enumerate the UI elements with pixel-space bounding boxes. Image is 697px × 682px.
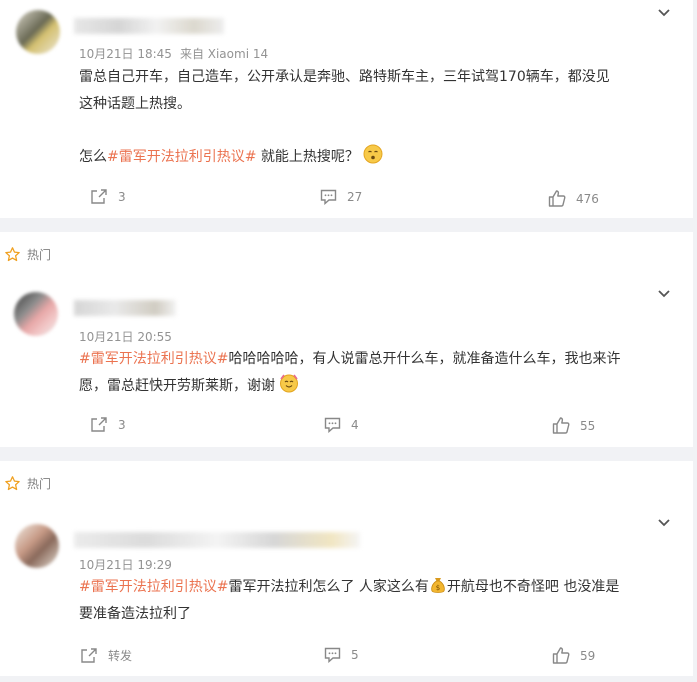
username[interactable]	[74, 300, 176, 316]
comment-icon	[320, 189, 337, 205]
comment-meta: 10月21日 20:55	[79, 328, 172, 345]
star-icon	[5, 247, 20, 262]
comment-text: 怎么#雷军开法拉利引热议# 就能上热搜呢？	[79, 144, 679, 171]
comment-text-line: 这种话题上热搜。	[79, 96, 191, 112]
comment-card: 热门 10月21日 20:55 #雷军开法拉利引热议#哈哈哈哈哈，有人说雷总开什…	[0, 232, 693, 447]
money-bag-icon: $	[431, 578, 445, 593]
share-button[interactable]: 3	[90, 189, 126, 205]
like-icon	[552, 647, 570, 664]
share-count: 3	[118, 190, 126, 204]
svg-text:$: $	[436, 584, 440, 592]
chevron-down-icon[interactable]	[655, 4, 673, 22]
comment-meta: 10月21日 18:45 来自 Xiaomi 14	[79, 45, 268, 62]
comment-text-segment: 哈哈哈哈哈，有人说雷总开什么车，就准备造什么车，我也来许	[228, 351, 621, 367]
comment-text: #雷军开法拉利引热议#雷军开法拉利怎么了 人家这么有 $ 开航母也不奇怪吧 也没准是…	[79, 574, 679, 628]
comment-card: 10月21日 18:45 来自 Xiaomi 14 雷总自己开车，自己造车，公开承…	[0, 0, 693, 218]
like-icon	[548, 190, 566, 207]
comment-time: 10月21日 18:45	[79, 47, 172, 61]
share-count: 3	[118, 418, 126, 432]
topic-link[interactable]: #雷军开法拉利引热议#	[79, 579, 228, 595]
like-count: 476	[576, 191, 599, 206]
comment-icon	[324, 647, 341, 663]
avatar[interactable]	[14, 292, 58, 336]
like-icon	[552, 417, 570, 434]
share-icon	[91, 417, 107, 432]
topic-link[interactable]: #雷军开法拉利引热议#	[79, 351, 228, 367]
comment-button[interactable]: 4	[324, 417, 359, 433]
comment-text: #雷军开法拉利引热议#哈哈哈哈哈，有人说雷总开什么车，就准备造什么车，我也来许 …	[79, 346, 679, 400]
comment-text: 雷总自己开车，自己造车，公开承认是奔驰、路特斯车主，三年试驾170辆车，都没见 …	[79, 64, 679, 118]
divider	[0, 218, 697, 232]
hot-label: 热门	[27, 477, 52, 491]
comment-meta: 10月21日 19:29	[79, 556, 172, 573]
comment-button[interactable]: 27	[320, 189, 362, 205]
share-button[interactable]: 3	[90, 417, 126, 433]
chevron-down-icon[interactable]	[655, 514, 673, 532]
comment-count: 4	[351, 418, 359, 432]
divider	[0, 676, 697, 682]
comment-device: 来自 Xiaomi 14	[179, 47, 269, 61]
avatar[interactable]	[15, 524, 59, 568]
comment-button[interactable]: 5	[324, 647, 359, 663]
comment-count: 5	[351, 648, 359, 662]
emoji-icon	[280, 374, 298, 393]
star-icon	[5, 476, 20, 491]
comment-time: 10月21日 19:29	[79, 558, 172, 572]
topic-link[interactable]: #雷军开法拉利引热议#	[107, 149, 256, 165]
comment-time: 10月21日 20:55	[79, 330, 172, 344]
hot-label: 热门	[27, 248, 52, 262]
comment-text-line: #雷军开法拉利引热议#哈哈哈哈哈，有人说雷总开什么车，就准备造什么车，我也来许	[79, 346, 679, 373]
comment-text-segment: 雷军开法拉利怎么了 人家这么有	[228, 579, 429, 595]
comment-card: 热门 10月21日 19:29 #雷军开法拉利引热议#雷军开法拉利怎么了 人家这…	[0, 461, 693, 682]
like-button[interactable]: 59	[552, 647, 595, 664]
comment-text-line: 要准备造法拉利了	[79, 606, 191, 622]
comment-text-segment: 愿，雷总赶快开劳斯莱斯，谢谢	[79, 378, 275, 394]
divider	[0, 447, 697, 461]
like-button[interactable]: 55	[552, 417, 595, 434]
hot-badge: 热门	[4, 246, 51, 263]
like-count: 55	[580, 418, 596, 433]
like-count: 59	[580, 648, 596, 663]
comment-count: 27	[347, 190, 363, 204]
share-button[interactable]: 转发	[80, 647, 132, 664]
comment-text-segment: 就能上热搜呢？	[256, 149, 359, 165]
comment-text-segment: 怎么	[79, 149, 107, 165]
comment-text-line: #雷军开法拉利引热议#雷军开法拉利怎么了 人家这么有 $ 开航母也不奇怪吧 也没准是	[79, 574, 679, 601]
hot-badge: 热门	[4, 475, 51, 492]
emoji-icon	[363, 144, 383, 164]
username[interactable]	[74, 532, 360, 548]
like-button[interactable]: 476	[548, 190, 599, 207]
share-icon	[81, 647, 97, 663]
share-icon	[91, 189, 107, 204]
comment-text-line: 雷总自己开车，自己造车，公开承认是奔驰、路特斯车主，三年试驾170辆车，都没见	[79, 69, 610, 85]
comment-icon	[324, 417, 341, 433]
username[interactable]	[74, 18, 224, 34]
avatar[interactable]	[16, 10, 60, 54]
comment-text-line: 愿，雷总赶快开劳斯莱斯，谢谢	[79, 373, 679, 400]
comment-text-segment: 开航母也不奇怪吧 也没准是	[446, 579, 620, 595]
chevron-down-icon[interactable]	[655, 285, 673, 303]
share-label: 转发	[108, 649, 133, 663]
